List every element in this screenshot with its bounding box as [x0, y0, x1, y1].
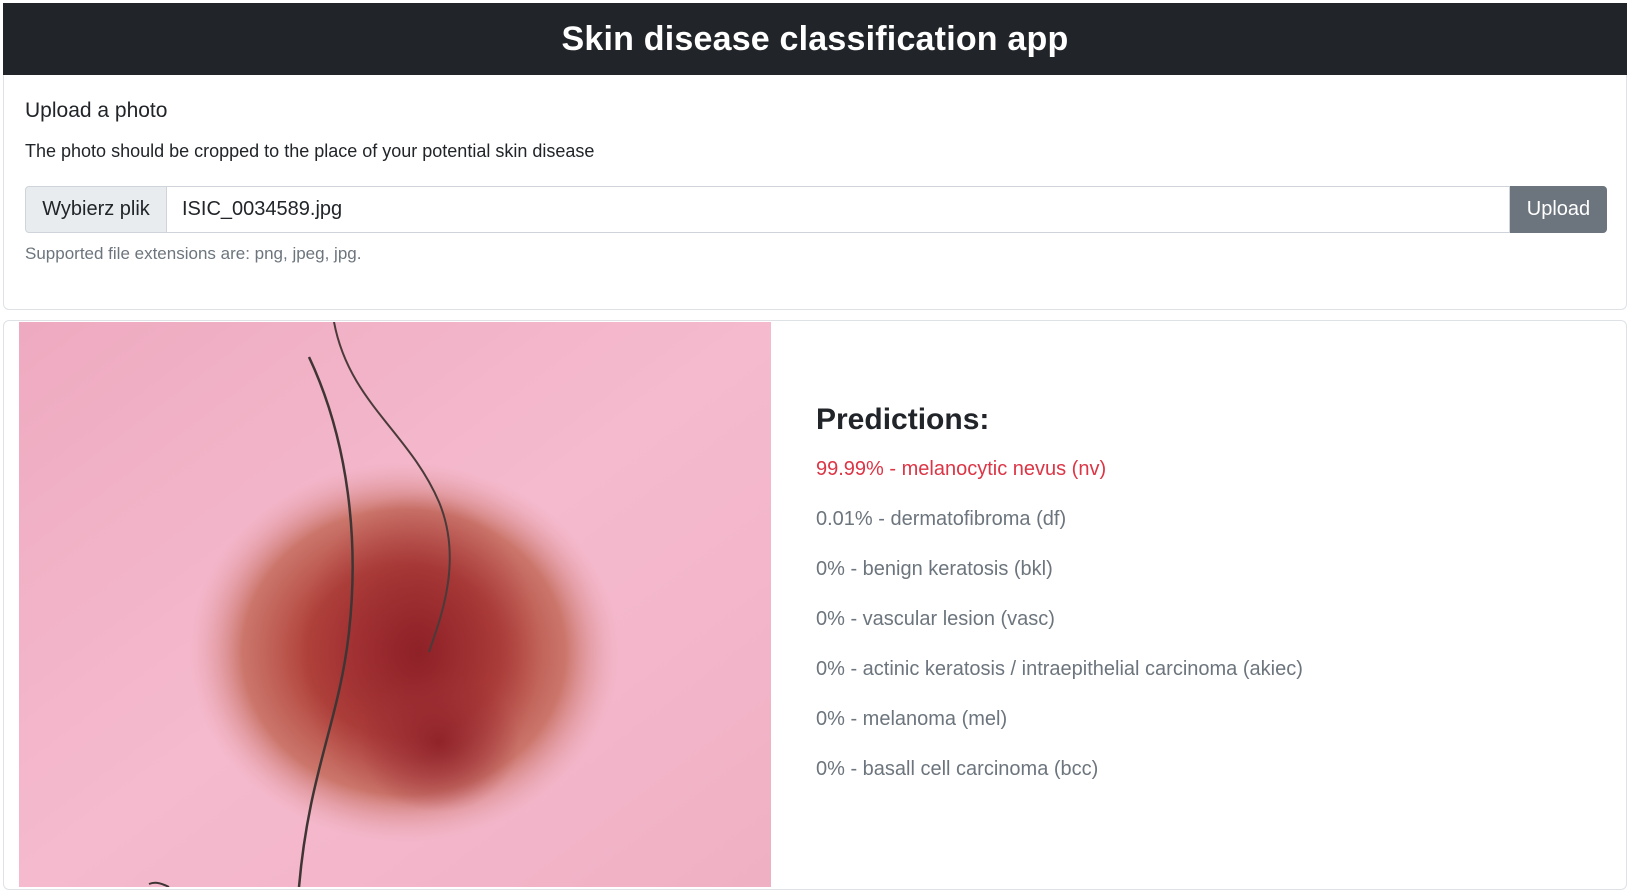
- upload-button[interactable]: Upload: [1510, 186, 1607, 233]
- skin-lesion-image: [19, 322, 771, 887]
- choose-file-button[interactable]: Wybierz plik: [25, 186, 167, 233]
- upload-card: Upload a photo The photo should be cropp…: [3, 75, 1627, 310]
- result-card: Predictions: 99.99% - melanocytic nevus …: [3, 320, 1627, 890]
- file-input-group: Wybierz plik ISIC_0034589.jpg Upload: [25, 186, 1607, 233]
- prediction-item: 0% - actinic keratosis / intraepithelial…: [816, 658, 1303, 680]
- prediction-item: 0.01% - dermatofibroma (df): [816, 508, 1067, 530]
- upload-title: Upload a photo: [25, 99, 168, 122]
- prediction-item: 0% - basall cell carcinoma (bcc): [816, 758, 1099, 780]
- prediction-item: 99.99% - melanocytic nevus (nv): [816, 458, 1107, 480]
- navbar: Skin disease classification app: [3, 3, 1627, 75]
- app-title: Skin disease classification app: [561, 19, 1069, 58]
- predictions-panel: Predictions: 99.99% - melanocytic nevus …: [816, 403, 1303, 807]
- prediction-item: 0% - melanoma (mel): [816, 708, 1008, 730]
- predictions-heading: Predictions:: [816, 403, 990, 436]
- file-name-field[interactable]: ISIC_0034589.jpg: [167, 186, 1510, 233]
- upload-description: The photo should be cropped to the place…: [25, 141, 595, 161]
- supported-extensions-help: Supported file extensions are: png, jpeg…: [25, 244, 362, 263]
- prediction-item: 0% - vascular lesion (vasc): [816, 608, 1055, 630]
- prediction-item: 0% - benign keratosis (bkl): [816, 558, 1053, 580]
